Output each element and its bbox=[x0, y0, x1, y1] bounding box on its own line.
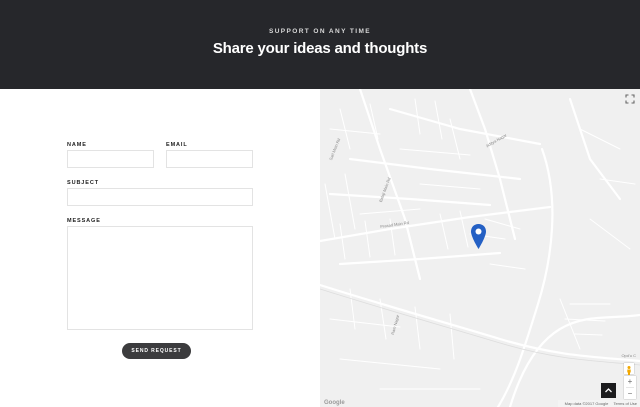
location-marker-icon[interactable] bbox=[470, 223, 487, 250]
place-label: Opd'u C bbox=[621, 353, 636, 358]
google-map[interactable]: Opd'u C + − Google Map data ©2017 Google… bbox=[320, 89, 640, 407]
hero-banner: SUPPORT ON ANY TIME Share your ideas and… bbox=[0, 0, 640, 89]
map-attribution: Map data ©2017 Google Terms of Use bbox=[557, 400, 640, 407]
street-view-pegman[interactable] bbox=[624, 363, 634, 375]
message-field[interactable] bbox=[67, 226, 253, 330]
email-field[interactable] bbox=[166, 150, 253, 168]
hero-eyebrow: SUPPORT ON ANY TIME bbox=[268, 28, 372, 35]
terms-of-use-link[interactable]: Terms of Use bbox=[613, 401, 637, 406]
scroll-to-top-button[interactable] bbox=[601, 383, 616, 398]
zoom-control: + − bbox=[624, 376, 636, 399]
zoom-in-button[interactable]: + bbox=[624, 376, 636, 387]
send-request-button[interactable]: SEND REQUEST bbox=[122, 343, 191, 359]
contact-form: NAME EMAIL SUBJECT MESSAGE SEND REQUEST bbox=[0, 89, 320, 407]
fullscreen-icon[interactable] bbox=[625, 94, 635, 104]
name-label: NAME bbox=[67, 142, 87, 148]
subject-label: SUBJECT bbox=[67, 180, 99, 186]
subject-field[interactable] bbox=[67, 188, 253, 206]
hero-title: Share your ideas and thoughts bbox=[212, 40, 428, 57]
google-logo[interactable]: Google bbox=[324, 400, 345, 406]
pegman-icon bbox=[627, 366, 631, 375]
message-label: MESSAGE bbox=[67, 218, 101, 224]
chevron-up-icon bbox=[605, 388, 612, 393]
email-label: EMAIL bbox=[166, 142, 188, 148]
zoom-out-button[interactable]: − bbox=[624, 388, 636, 399]
name-field[interactable] bbox=[67, 150, 154, 168]
map-data-text: Map data ©2017 Google bbox=[564, 401, 609, 406]
